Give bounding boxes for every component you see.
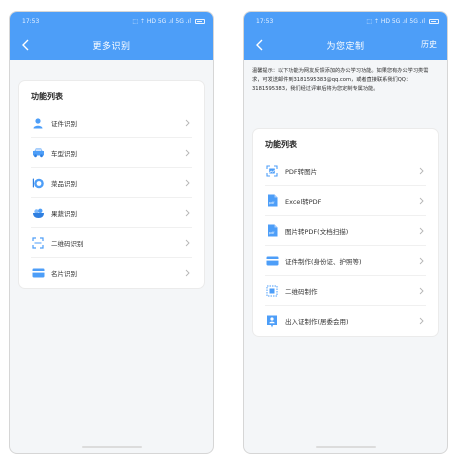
chevron-right-icon [419, 287, 424, 295]
svg-text:pdf: pdf [268, 231, 274, 235]
list-item-label: PDF转图片 [285, 167, 318, 176]
chevron-right-icon [185, 149, 190, 157]
battery-icon [429, 18, 439, 24]
status-bar: 17:53 ⬚ ⇡ HD 5G .ıl 5G .ıl [10, 12, 213, 30]
list-item-pdf-to-image[interactable]: PDF转图片 [265, 156, 426, 186]
chevron-right-icon [185, 179, 190, 187]
status-icons: ⬚ ⇡ HD 5G .ıl 5G .ıl [132, 18, 205, 25]
list-item-label: 证件制作(身份证、护照等) [285, 257, 362, 266]
header: 17:53 ⬚ ⇡ HD 5G .ıl 5G .ıl 为您定制 历史 [244, 12, 447, 60]
chevron-right-icon [419, 317, 424, 325]
nav-bar: 更多识别 [10, 30, 213, 60]
list-item-car-recognition[interactable]: 车型识别 [31, 138, 192, 168]
list-item-label: 二维码制作 [285, 287, 318, 296]
image-icon [265, 164, 279, 178]
list-item-label: 菜品识别 [51, 179, 77, 188]
list-item-dish-recognition[interactable]: 菜品识别 [31, 168, 192, 198]
chevron-right-icon [185, 239, 190, 247]
list-item-label: 图片转PDF(文档扫描) [285, 227, 349, 236]
list-item-qr-code-making[interactable]: 二维码制作 [265, 276, 426, 306]
chevron-right-icon [185, 119, 190, 127]
svg-text:pdf: pdf [268, 201, 274, 205]
back-arrow-icon[interactable] [20, 38, 32, 52]
chevron-right-icon [419, 257, 424, 265]
pdf-file-icon: pdf [265, 224, 279, 238]
chevron-right-icon [419, 227, 424, 235]
status-time: 17:53 [256, 17, 274, 25]
status-time: 17:53 [22, 17, 40, 25]
function-list-card: 功能列表 PDF转图片 pdf Excel转PDF pdf 图片转PDF(文档扫… [252, 128, 439, 337]
back-arrow-icon[interactable] [254, 38, 266, 52]
dish-icon [31, 176, 45, 190]
list-item-pass-making[interactable]: 出入证制作(居委会用) [265, 306, 426, 336]
list-item-label: 车型识别 [51, 149, 77, 158]
notice-text: 温馨提示：以下功能为网友反馈添加的办公学习功能。如果您有办公学习类需求，可发送邮… [252, 68, 429, 92]
list-item-card-recognition[interactable]: 名片识别 [31, 258, 192, 288]
list-item-label: 证件识别 [51, 119, 77, 128]
id-card-icon [265, 254, 279, 268]
pdf-file-icon: pdf [265, 194, 279, 208]
signal-icons: ⬚ ⇡ HD 5G .ıl 5G .ıl [366, 17, 425, 25]
nav-bar: 为您定制 历史 [244, 30, 447, 60]
list-title: 功能列表 [265, 140, 297, 149]
page-title: 为您定制 [326, 41, 365, 52]
signal-icons: ⬚ ⇡ HD 5G .ıl 5G .ıl [132, 17, 191, 25]
list-item-label: 果蔬识别 [51, 209, 77, 218]
chevron-right-icon [419, 197, 424, 205]
battery-icon [195, 18, 205, 24]
home-indicator[interactable] [81, 446, 142, 448]
fruit-bowl-icon [31, 206, 45, 220]
list-item-label: 出入证制作(居委会用) [285, 318, 349, 326]
list-item-id-card-making[interactable]: 证件制作(身份证、护照等) [265, 246, 426, 276]
qr-scan-icon [31, 236, 45, 250]
list-item-id-recognition[interactable]: 证件识别 [31, 108, 192, 138]
chevron-right-icon [185, 269, 190, 277]
list-item-label: Excel转PDF [285, 197, 322, 206]
function-list-card: 功能列表 证件识别 车型识别 菜品识别 果蔬识别 二维码识别 名片识别 [18, 80, 205, 289]
list-title: 功能列表 [31, 92, 63, 101]
chevron-right-icon [185, 209, 190, 217]
list-item-fruit-recognition[interactable]: 果蔬识别 [31, 198, 192, 228]
business-card-icon [31, 266, 45, 280]
home-indicator[interactable] [315, 446, 376, 448]
history-button[interactable]: 历史 [421, 39, 437, 50]
status-icons: ⬚ ⇡ HD 5G .ıl 5G .ıl [366, 18, 439, 25]
chevron-right-icon [419, 167, 424, 175]
person-icon [31, 116, 45, 130]
list-item-label: 名片识别 [51, 270, 77, 278]
list-item-label: 二维码识别 [51, 239, 84, 248]
list-item-image-to-pdf[interactable]: pdf 图片转PDF(文档扫描) [265, 216, 426, 246]
phone-screen-more-recognition: 17:53 ⬚ ⇡ HD 5G .ıl 5G .ıl 更多识别 功能列表 证件识… [9, 11, 214, 454]
header: 17:53 ⬚ ⇡ HD 5G .ıl 5G .ıl 更多识别 [10, 12, 213, 60]
list-item-qr-recognition[interactable]: 二维码识别 [31, 228, 192, 258]
page-title: 更多识别 [92, 41, 131, 52]
list-item-excel-to-pdf[interactable]: pdf Excel转PDF [265, 186, 426, 216]
status-bar: 17:53 ⬚ ⇡ HD 5G .ıl 5G .ıl [244, 12, 447, 30]
pass-card-icon [265, 314, 279, 328]
car-icon [31, 146, 45, 160]
qr-code-icon [265, 284, 279, 298]
phone-screen-custom: 17:53 ⬚ ⇡ HD 5G .ıl 5G .ıl 为您定制 历史 温馨提示：… [243, 11, 448, 454]
